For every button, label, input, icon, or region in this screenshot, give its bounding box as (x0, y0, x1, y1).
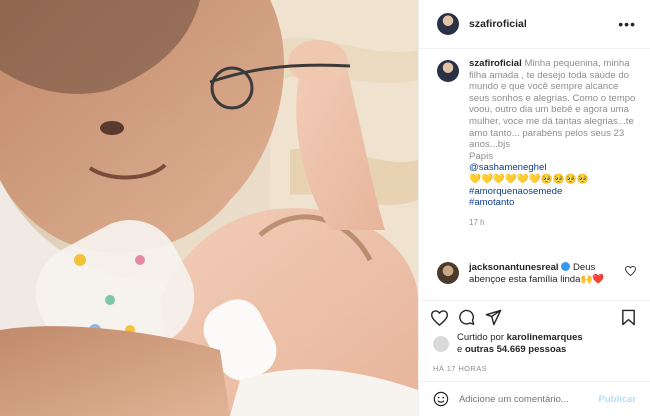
emoji-smiley-icon[interactable] (433, 391, 449, 407)
caption-text-block: szafiroficial Minha pequenina, minha fil… (469, 58, 639, 228)
share-send-icon[interactable] (485, 309, 502, 326)
liker-avatar[interactable] (433, 336, 449, 352)
verified-badge-icon (561, 262, 571, 271)
caption-username[interactable]: szafiroficial (469, 58, 522, 69)
liked-by-others[interactable]: outras 54.669 pessoas (465, 344, 566, 355)
photo-illustration (0, 0, 418, 416)
hashtag-link[interactable]: #amorquenaosemede (469, 186, 639, 198)
liked-by-prefix: Curtido por (457, 332, 504, 343)
instagram-post: szafiroficial ••• szafiroficial Minha pe… (0, 0, 650, 416)
comments-section: szafiroficial Minha pequenina, minha fil… (437, 58, 640, 228)
author-avatar[interactable] (437, 13, 459, 35)
hashtag-link[interactable]: #amotanto (469, 197, 639, 209)
liked-by-text: Curtido por karolinemarques e outras 54.… (457, 332, 583, 356)
post-header: szafiroficial ••• (419, 0, 650, 49)
liked-by: Curtido por karolinemarques e outras 54.… (419, 326, 650, 356)
commenter-avatar[interactable] (437, 262, 459, 284)
mention-link[interactable]: @sashameneghel (469, 162, 639, 174)
caption-time: 17 h (469, 217, 485, 227)
action-icons (419, 301, 650, 326)
comment-like-heart-icon[interactable] (625, 266, 636, 276)
comment-bubble-icon[interactable] (458, 309, 475, 326)
post-timestamp[interactable]: HÁ 17 HORAS (419, 356, 650, 373)
author-username[interactable]: szafiroficial (469, 18, 527, 30)
like-heart-icon[interactable] (431, 309, 448, 326)
caption-signature: Papis (469, 150, 493, 162)
comment-input[interactable] (458, 393, 599, 405)
bookmark-save-icon[interactable] (621, 309, 636, 326)
caption: szafiroficial Minha pequenina, minha fil… (437, 58, 640, 228)
caption-avatar[interactable] (437, 60, 459, 82)
caption-emojis: 💛💛💛💛💛💛🥺🥺🥺🥺 (469, 173, 589, 185)
add-comment-bar: Publicar (419, 381, 650, 416)
post-photo[interactable] (0, 0, 418, 416)
commenter-username[interactable]: jacksonantunesreal (469, 262, 559, 273)
comment-text-block: jacksonantunesreal Deus abençoe esta fam… (469, 262, 619, 285)
publish-button[interactable]: Publicar (599, 394, 637, 405)
liked-by-and: e (457, 344, 463, 355)
post-sidebar: szafiroficial ••• szafiroficial Minha pe… (418, 0, 650, 416)
comment-item: jacksonantunesreal Deus abençoe esta fam… (437, 262, 636, 285)
more-horizontal-icon[interactable]: ••• (618, 17, 636, 31)
caption-text: Minha pequenina, minha filha amada , te … (469, 58, 636, 151)
liked-by-user[interactable]: karolinemarques (507, 332, 583, 343)
